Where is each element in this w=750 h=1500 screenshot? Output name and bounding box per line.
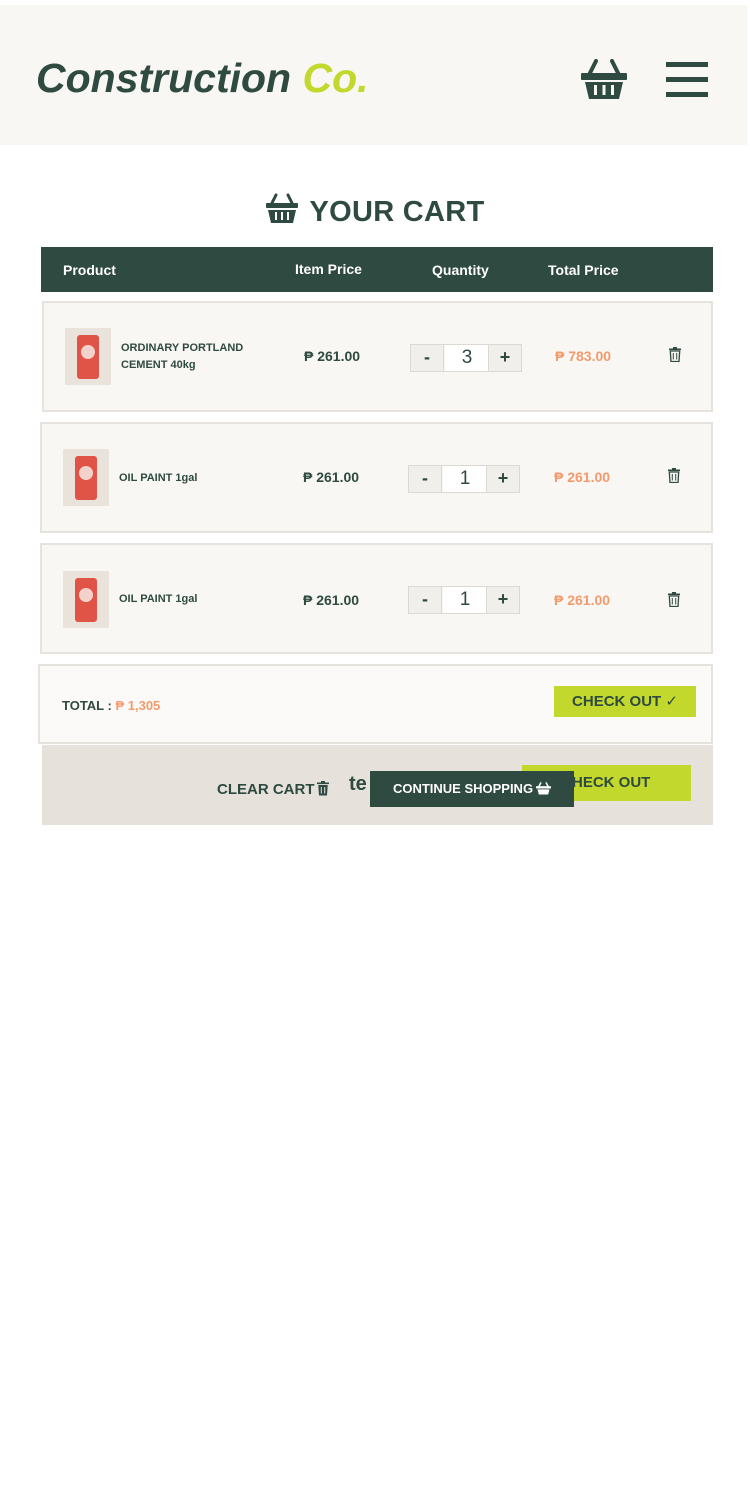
- continue-shopping-button[interactable]: CONTINUE SHOPPING: [370, 771, 574, 807]
- clear-cart-label: CLEAR CART: [217, 781, 315, 798]
- decrease-quantity-button[interactable]: -: [409, 466, 442, 492]
- product-thumbnail: [65, 328, 111, 385]
- checkout-button[interactable]: CHECK OUT ✓: [554, 686, 696, 717]
- page-title: YOUR CART: [0, 192, 750, 229]
- trash-icon[interactable]: [668, 592, 680, 607]
- item-price: ₱ 261.00: [304, 348, 361, 364]
- cart-row: ORDINARY PORTLAND CEMENT 40kg ₱ 261.00 -…: [42, 301, 713, 412]
- cart-actions-bar: CLEAR CART te HECK OUT CONTINUE SHOPPING: [42, 745, 713, 825]
- product-name: OIL PAINT 1gal: [119, 593, 198, 605]
- trash-icon[interactable]: [669, 347, 681, 362]
- cart-table-header: Product Item Price Quantity Total Price: [41, 247, 713, 292]
- basket-icon[interactable]: [580, 57, 628, 101]
- logo-accent-text: Co.: [302, 55, 369, 101]
- logo-main-text: Construction: [36, 55, 292, 101]
- row-total-price: ₱ 261.00: [554, 469, 611, 485]
- decrease-quantity-button[interactable]: -: [409, 587, 442, 613]
- product-thumbnail: [63, 571, 109, 628]
- increase-quantity-button[interactable]: +: [488, 345, 521, 371]
- column-product: Product: [63, 262, 116, 278]
- clear-cart-button[interactable]: CLEAR CART: [217, 781, 329, 798]
- total-label: TOTAL : ₱ 1,305: [62, 698, 161, 713]
- basket-icon: [536, 782, 551, 795]
- cart-total-value: ₱ 1,305: [115, 698, 161, 713]
- product-thumbnail: [63, 449, 109, 506]
- site-logo[interactable]: Construction Co.: [36, 55, 369, 102]
- product-name: OIL PAINT 1gal: [119, 472, 198, 484]
- decrease-quantity-button[interactable]: -: [411, 345, 444, 371]
- quantity-stepper: - 1 +: [408, 465, 520, 493]
- cart-summary: TOTAL : ₱ 1,305 CHECK OUT ✓: [38, 664, 713, 744]
- row-total-price: ₱ 261.00: [554, 592, 611, 608]
- increase-quantity-button[interactable]: +: [486, 466, 519, 492]
- quantity-input[interactable]: 1: [443, 587, 487, 613]
- column-total-price: Total Price: [548, 262, 619, 278]
- overlapping-text: te: [349, 773, 367, 795]
- cart-title-text: YOUR CART: [309, 196, 485, 228]
- continue-shopping-label: CONTINUE SHOPPING: [392, 781, 534, 796]
- product-name: ORDINARY PORTLAND CEMENT 40kg: [121, 342, 244, 371]
- quantity-input[interactable]: 3: [445, 345, 489, 371]
- quantity-input[interactable]: 1: [443, 466, 487, 492]
- column-item-price: Item Price: [295, 261, 362, 277]
- column-quantity: Quantity: [432, 262, 489, 278]
- site-header: Construction Co.: [0, 5, 747, 145]
- trash-icon: [316, 781, 329, 796]
- cart-row: OIL PAINT 1gal ₱ 261.00 - 1 + ₱ 261.00: [40, 422, 713, 533]
- item-price: ₱ 261.00: [303, 592, 360, 608]
- item-price: ₱ 261.00: [303, 469, 360, 485]
- quantity-stepper: - 1 +: [408, 586, 520, 614]
- basket-icon: [266, 193, 299, 223]
- increase-quantity-button[interactable]: +: [486, 587, 519, 613]
- quantity-stepper: - 3 +: [410, 344, 522, 372]
- row-total-price: ₱ 783.00: [555, 348, 612, 364]
- trash-icon[interactable]: [668, 468, 680, 483]
- cart-row: OIL PAINT 1gal ₱ 261.00 - 1 + ₱ 261.00: [40, 543, 713, 654]
- hamburger-menu-icon[interactable]: [666, 62, 708, 97]
